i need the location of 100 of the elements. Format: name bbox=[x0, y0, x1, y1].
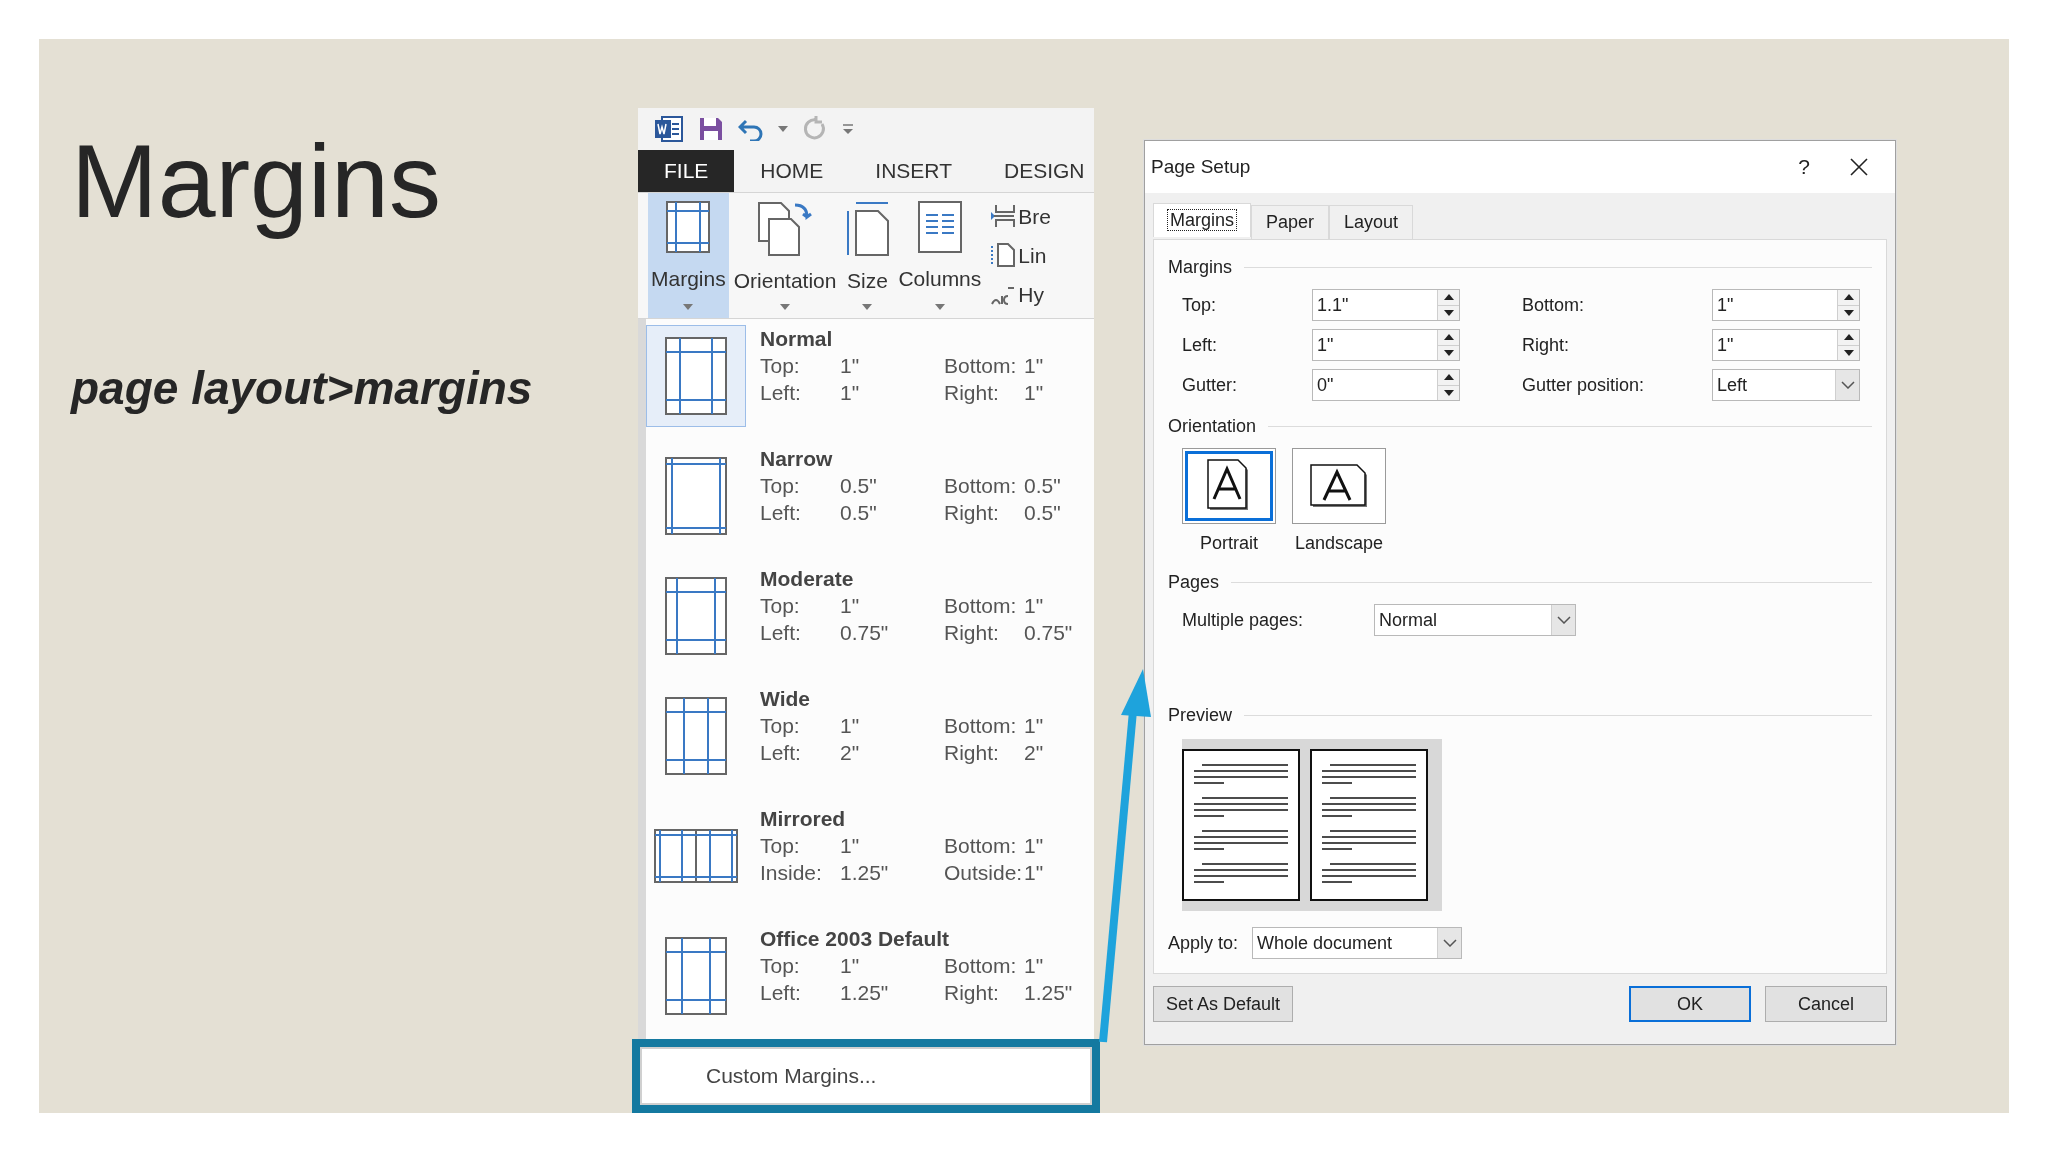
margin-value: 0.5" bbox=[1024, 473, 1062, 500]
ribbon-small-button[interactable]: Bre bbox=[990, 200, 1051, 233]
margin-label: Inside: bbox=[760, 860, 823, 887]
caret-icon bbox=[862, 304, 873, 311]
ribbon-tab[interactable]: HOME bbox=[734, 150, 850, 192]
spin-field[interactable]: 0" bbox=[1312, 369, 1460, 401]
margin-label: Top: bbox=[760, 713, 801, 740]
ribbon-tab[interactable]: INSERT bbox=[849, 150, 978, 192]
page-break-icon bbox=[990, 203, 1017, 230]
columns-icon bbox=[917, 200, 962, 253]
preset-name: Narrow bbox=[760, 446, 834, 473]
margin-value: 1" bbox=[840, 593, 861, 620]
margin-label: Right: bbox=[944, 380, 1000, 407]
slide-subtitle: page layout>margins bbox=[71, 360, 534, 416]
field-label: Top: bbox=[1182, 293, 1218, 317]
ribbon-button[interactable]: Margins bbox=[648, 192, 729, 319]
margin-preset[interactable]: Mirrored Top: 1" Bottom: 1" Inside: 1.25" Outside:1" bbox=[646, 799, 1094, 920]
spin-buttons[interactable] bbox=[1437, 330, 1459, 360]
dialog-button[interactable]: OK bbox=[1629, 986, 1751, 1022]
margin-label: Left: bbox=[760, 500, 802, 527]
spin-field[interactable]: 1" bbox=[1312, 329, 1460, 361]
margin-label: Bottom: bbox=[944, 713, 1018, 740]
save-icon[interactable] bbox=[698, 116, 724, 143]
section-title: Pages bbox=[1168, 571, 1220, 594]
field-label: Multiple pages: bbox=[1182, 608, 1305, 632]
landscape-page-icon bbox=[1310, 464, 1368, 508]
margin-value: 0.75" bbox=[840, 620, 890, 647]
page-size-icon bbox=[844, 200, 891, 257]
caret-icon bbox=[683, 304, 694, 311]
section-title: Margins bbox=[1168, 256, 1233, 279]
margin-label: Top: bbox=[760, 353, 801, 380]
margin-value: 1" bbox=[1024, 953, 1045, 980]
margin-value: 2" bbox=[1024, 740, 1045, 767]
margin-label: Bottom: bbox=[944, 353, 1018, 380]
ribbon-button[interactable]: Columns bbox=[895, 192, 985, 319]
dialog-tab[interactable]: Layout bbox=[1329, 205, 1414, 239]
margin-label: Top: bbox=[760, 953, 801, 980]
margin-value: 0.75" bbox=[1024, 620, 1074, 647]
margin-value: 1" bbox=[1024, 713, 1045, 740]
field-label: Left: bbox=[1182, 333, 1219, 357]
margin-value: 1" bbox=[840, 353, 861, 380]
margin-label: Left: bbox=[760, 620, 802, 647]
preset-name: Moderate bbox=[760, 566, 855, 593]
section-title: Preview bbox=[1168, 704, 1233, 727]
ribbon-small-button[interactable]: Hy bbox=[990, 278, 1051, 311]
margin-preset[interactable]: Wide Top: 1" Bottom: 1" Left: 2" Right: 2" bbox=[646, 679, 1094, 800]
dialog-tab[interactable]: Paper bbox=[1251, 205, 1330, 239]
margin-preset[interactable]: Moderate Top: 1" Bottom: 1" Left: 0.75" Right: 0.75" bbox=[646, 559, 1094, 680]
ribbon-button[interactable]: Orientation bbox=[730, 192, 840, 319]
dropdown-field[interactable]: Normal bbox=[1374, 604, 1576, 636]
field-label: Bottom: bbox=[1522, 293, 1586, 317]
margin-label: Left: bbox=[760, 740, 802, 767]
rotate-pages-icon bbox=[757, 200, 814, 257]
spin-buttons[interactable] bbox=[1837, 290, 1859, 320]
dialog-button[interactable]: Cancel bbox=[1765, 986, 1887, 1022]
undo-icon[interactable] bbox=[738, 117, 764, 142]
ribbon-tab[interactable]: DESIGN bbox=[978, 150, 1111, 192]
ribbon-tab[interactable]: FILE bbox=[638, 150, 735, 192]
spin-field[interactable]: 1" bbox=[1712, 329, 1860, 361]
window-title: Page Setup bbox=[1151, 154, 1252, 179]
margin-preset[interactable]: Narrow Top: 0.5" Bottom: 0.5" Left: 0.5" Right: 0.5" bbox=[646, 439, 1094, 560]
page-margins-icon bbox=[665, 937, 727, 1016]
custom-margins-item[interactable]: Custom Margins... bbox=[640, 1047, 1092, 1105]
dialog-tab[interactable]: Margins bbox=[1153, 203, 1252, 237]
margin-preset[interactable]: Normal Top: 1" Bottom: 1" Left: 1" Right: 1" bbox=[646, 319, 1094, 440]
ribbon-button[interactable]: Size bbox=[841, 192, 894, 319]
margin-label: Right: bbox=[944, 620, 1000, 647]
mirrored-pages-icon bbox=[654, 829, 738, 884]
spin-field[interactable]: 1" bbox=[1712, 289, 1860, 321]
margin-label: Top: bbox=[760, 833, 801, 860]
preset-name: Normal bbox=[760, 326, 834, 353]
margin-label: Top: bbox=[760, 593, 801, 620]
spin-field[interactable]: 1.1" bbox=[1312, 289, 1460, 321]
margin-label: Right: bbox=[944, 740, 1000, 767]
word-logo-icon[interactable] bbox=[654, 115, 684, 144]
customize-toolbar-icon[interactable] bbox=[842, 123, 854, 136]
caret-icon bbox=[934, 304, 945, 311]
spin-buttons[interactable] bbox=[1837, 330, 1859, 360]
margin-value: 1" bbox=[840, 833, 861, 860]
spin-buttons[interactable] bbox=[1437, 370, 1459, 400]
page-margins-icon bbox=[665, 457, 727, 536]
margin-value: 2" bbox=[840, 740, 861, 767]
margin-value: 1" bbox=[840, 953, 861, 980]
margin-label: Outside: bbox=[944, 860, 1024, 887]
ribbon-small-button[interactable]: Lin bbox=[990, 239, 1051, 272]
preset-name: Wide bbox=[760, 686, 811, 713]
margin-value: 0.5" bbox=[1024, 500, 1062, 527]
margin-value: 1.25" bbox=[840, 860, 890, 887]
field-label: Right: bbox=[1522, 333, 1571, 357]
slide-title: Margins bbox=[71, 122, 442, 241]
dialog-button[interactable]: Set As Default bbox=[1153, 986, 1294, 1022]
spin-buttons[interactable] bbox=[1437, 290, 1459, 320]
margin-value: 1.25" bbox=[840, 980, 890, 1007]
dropdown-field[interactable]: Left bbox=[1712, 369, 1860, 401]
dropdown-field[interactable]: Whole document bbox=[1252, 927, 1463, 959]
margin-preset[interactable]: Office 2003 Default Top: 1" Bottom: 1" Left: 1.25" Right: 1.25" bbox=[646, 919, 1094, 1040]
preset-name: Mirrored bbox=[760, 806, 847, 833]
portrait-page-icon bbox=[1207, 459, 1251, 513]
margin-label: Bottom: bbox=[944, 953, 1018, 980]
help-button[interactable]: ? bbox=[1779, 147, 1829, 187]
